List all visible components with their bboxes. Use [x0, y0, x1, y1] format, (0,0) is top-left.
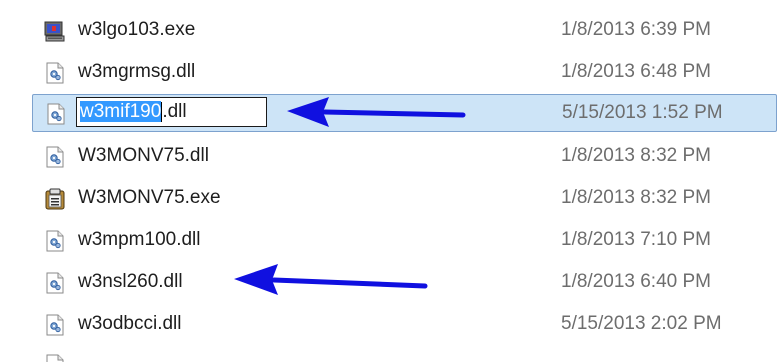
file-row[interactable]: W3MONV75.dll 1/8/2013 8:32 PM [32, 138, 777, 176]
file-name: w3odbcci.dll [78, 313, 182, 334]
file-name: W3MONV75.dll [78, 145, 209, 166]
dll-file-icon [44, 230, 66, 252]
dll-file-icon [44, 62, 66, 84]
file-row[interactable]: W3MONV75.exe 1/8/2013 8:32 PM [32, 180, 777, 218]
date-modified: 1/8/2013 6:48 PM [561, 61, 711, 82]
file-list: w3lgo103.exe 1/8/2013 6:39 PM w3mgrmsg.d… [0, 0, 777, 362]
date-modified: 1/8/2013 6:39 PM [561, 19, 711, 40]
dll-file-icon [45, 103, 67, 125]
application-exe-icon [44, 20, 66, 42]
file-row-partial[interactable] [32, 346, 777, 362]
date-modified: 1/8/2013 6:40 PM [561, 271, 711, 292]
date-modified: 1/8/2013 8:32 PM [561, 187, 711, 208]
dll-file-icon [44, 314, 66, 336]
dll-file-icon [44, 354, 66, 362]
dll-file-icon [44, 146, 66, 168]
rename-input[interactable]: w3mif190.dll [76, 97, 267, 127]
file-name: W3MONV75.exe [78, 187, 221, 208]
annotation-arrow-rename [287, 97, 466, 127]
file-name: w3nsl260.dll [78, 271, 183, 292]
clipboard-exe-icon [44, 188, 66, 210]
date-modified: 1/8/2013 8:32 PM [561, 145, 711, 166]
file-name: w3lgo103.exe [78, 19, 196, 40]
file-name: w3mpm100.dll [78, 229, 201, 250]
selected-filename-text: w3mif190 [80, 101, 162, 122]
date-modified: 5/15/2013 1:52 PM [562, 102, 723, 123]
file-row[interactable]: w3odbcci.dll 5/15/2013 2:02 PM [32, 306, 777, 344]
date-modified: 5/15/2013 2:02 PM [561, 313, 722, 334]
file-row[interactable]: w3mgrmsg.dll 1/8/2013 6:48 PM [32, 54, 777, 92]
file-extension-text: .dll [162, 101, 187, 122]
date-modified: 1/8/2013 7:10 PM [561, 229, 711, 250]
file-name: w3mgrmsg.dll [78, 61, 196, 82]
annotation-arrow-nsl [234, 264, 428, 295]
file-row[interactable]: w3lgo103.exe 1/8/2013 6:39 PM [32, 12, 777, 50]
dll-file-icon [44, 272, 66, 294]
file-row[interactable]: w3mpm100.dll 1/8/2013 7:10 PM [32, 222, 777, 260]
